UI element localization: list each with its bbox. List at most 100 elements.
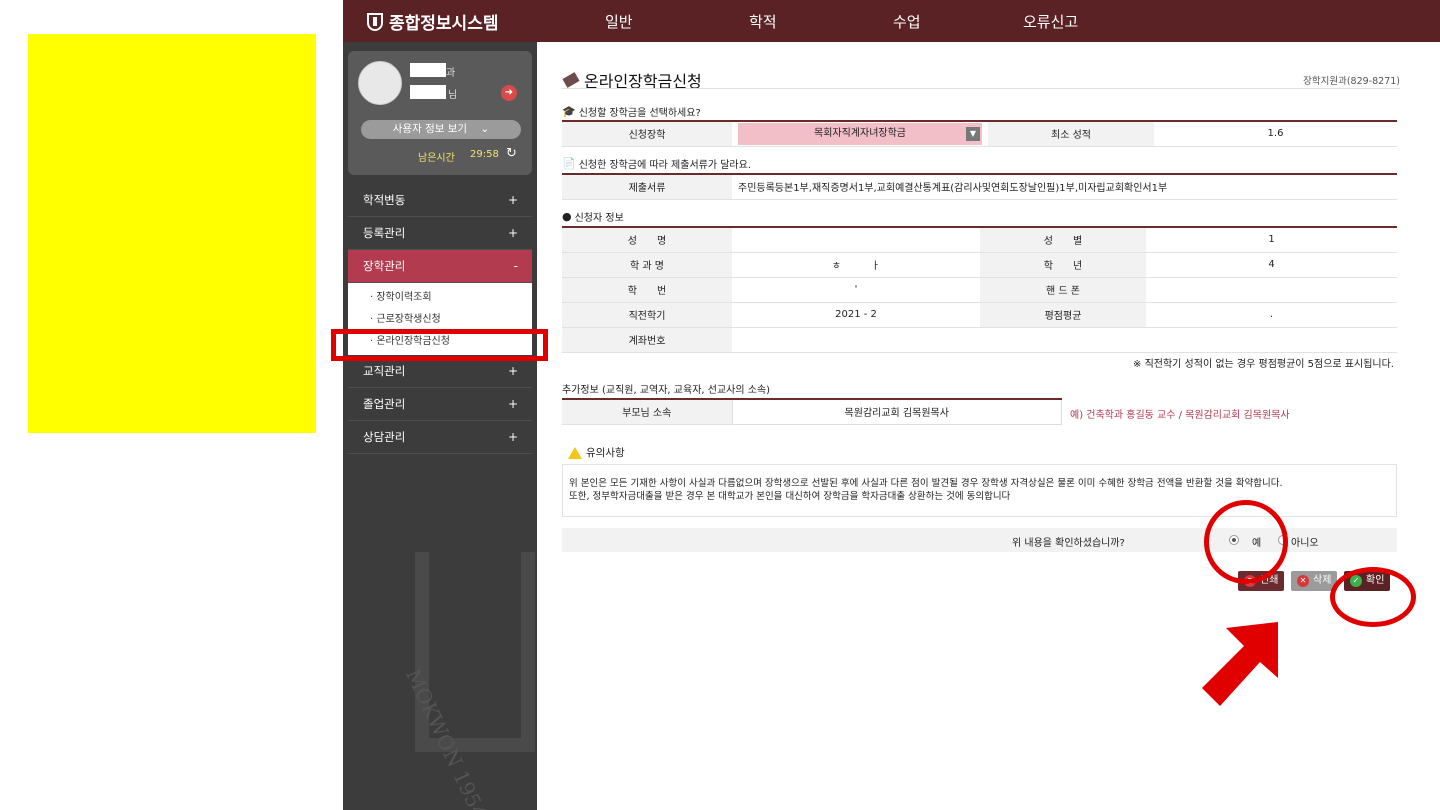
caution-title: 유의사항 [568, 445, 625, 460]
profile-name-suffix: 님 [448, 90, 458, 101]
sidebar-item-label: 교직관리 [363, 364, 406, 378]
contact-info: 장학지원과(829-8271) [1303, 76, 1400, 87]
plus-icon: + [507, 193, 518, 207]
nav-error-report[interactable]: 오류신고 [1023, 11, 1078, 32]
prev-semester-label: 직전학기 [562, 302, 732, 328]
nav-classes[interactable]: 수업 [893, 11, 921, 32]
account-value [732, 327, 1397, 353]
title-divider [562, 88, 1400, 89]
submenu-scholarship-history[interactable]: · 장학이력조회 [348, 287, 532, 309]
name-label: 성 명 [562, 227, 732, 253]
caution-title-text: 유의사항 [586, 447, 625, 459]
nav-general[interactable]: 일반 [605, 11, 633, 32]
sidebar-item-label: 장학관리 [363, 259, 406, 273]
confirm-question: 위 내용을 확인하셨습니까? [1012, 538, 1125, 549]
remaining-time-value: 29:58 [470, 149, 499, 160]
user-circle-icon: ● [562, 210, 572, 223]
redacted-name [410, 85, 446, 99]
profile-dept-suffix: 과 [446, 68, 456, 79]
chevron-down-icon: ▼ [966, 126, 980, 141]
caution-line-1: 위 본인은 모든 기재한 사항이 사실과 다름없으며 장학생으로 선발된 후에 … [569, 478, 1283, 489]
annotation-circle-yes [1204, 500, 1288, 584]
gender-value: 1 [1146, 227, 1397, 253]
plus-icon: + [507, 226, 518, 240]
sidebar-item-label: 등록관리 [363, 226, 406, 240]
year-label: 학 년 [980, 252, 1146, 278]
phone-label: 핸 드 폰 [980, 277, 1146, 303]
scholarship-select-table: 신청장학 목회자직계자녀장학금 ▼ 최소 성적 1.6 [562, 120, 1397, 147]
applicant-title-text: 신청자 정보 [574, 213, 624, 224]
submenu-work-scholarship[interactable]: · 근로장학생신청 [348, 309, 532, 331]
app-logo[interactable]: 종합정보시스템 [367, 9, 498, 34]
close-icon: ✕ [1297, 575, 1309, 587]
student-id-value: ' [732, 277, 980, 303]
prev-semester-value: 2021 - 2 [732, 302, 980, 328]
parent-affiliation-input[interactable]: 목원감리교회 김목원목사 [731, 398, 1062, 425]
gpa-label: 평점평균 [980, 302, 1146, 328]
name-value [732, 227, 980, 253]
app-logo-text: 종합정보시스템 [389, 14, 499, 34]
logout-icon[interactable]: ➜ [501, 85, 517, 101]
docs-section-label: 📄 신청한 장학금에 따라 제출서류가 달라요. [562, 156, 751, 171]
delete-button-label: 삭제 [1313, 575, 1332, 586]
sidebar-item-scholarship[interactable]: 장학관리 - [348, 250, 532, 283]
applicant-section-label: ● 신청자 정보 [562, 209, 624, 224]
gender-label: 성 별 [980, 227, 1146, 253]
plus-icon: + [507, 397, 518, 411]
profile-card: 과 님 ➜ 사용자 정보 보기 ⌄ 남은시간 29:58 ↻ [348, 51, 532, 175]
sidebar-menu: 학적변동 + 등록관리 + 장학관리 - · 장학이력조회 · 근로장학생신청 … [348, 184, 532, 454]
university-watermark: MOKWON 1954 [401, 552, 535, 810]
scholarship-label: 신청장학 [562, 121, 732, 147]
sidebar-item-label: 졸업관리 [363, 397, 406, 411]
extra-info-table: 부모님 소속 목원감리교회 김목원목사 [562, 398, 1062, 425]
remaining-time-label: 남은시간 [418, 153, 455, 164]
yellow-highlight-box [28, 34, 316, 433]
scholarship-select[interactable]: 목회자직계자녀장학금 ▼ [738, 122, 982, 145]
sidebar-item-label: 학적변동 [363, 193, 406, 207]
chevron-down-icon: ⌄ [480, 123, 490, 135]
gpa-value: . [1146, 302, 1397, 328]
gpa-note: ※ 직전학기 성적이 없는 경우 평점평균이 5점으로 표시됩니다. [1133, 359, 1394, 370]
select-section-label: 🎓 신청할 장학금을 선택하세요? [562, 104, 701, 119]
phone-value [1146, 277, 1397, 303]
view-user-info-button[interactable]: 사용자 정보 보기 ⌄ [361, 120, 521, 139]
min-grade-label: 최소 성적 [988, 121, 1154, 147]
dept-value: ㅎ ㅏ [732, 252, 980, 278]
student-id-label: 학 번 [562, 277, 732, 303]
annotation-highlight-menu [331, 329, 548, 361]
top-navigation-bar: 종합정보시스템 일반 학적 수업 오류신고 [343, 0, 1440, 42]
min-grade-value: 1.6 [1154, 121, 1397, 147]
view-user-info-label: 사용자 정보 보기 [392, 123, 468, 135]
sidebar-item-academic-change[interactable]: 학적변동 + [348, 184, 532, 217]
account-label: 계좌번호 [562, 327, 732, 353]
graduation-cap-icon: 🎓 [562, 105, 576, 118]
docs-prompt-text: 신청한 장학금에 따라 제출서류가 달라요. [578, 160, 751, 171]
radio-no-label[interactable]: 아니오 [1291, 534, 1319, 549]
applicant-info-table: 성 명 성 별 1 학 과 명 ㅎ ㅏ 학 년 4 학 번 ' 핸 드 폰 직전… [562, 226, 1397, 353]
select-prompt-text: 신청할 장학금을 선택하세요? [578, 108, 701, 119]
year-value: 4 [1146, 252, 1397, 278]
sidebar: 과 님 ➜ 사용자 정보 보기 ⌄ 남은시간 29:58 ↻ 학적변동 + 등록… [343, 42, 537, 810]
annotation-arrow-icon [1202, 622, 1278, 706]
annotation-circle-confirm [1330, 567, 1416, 627]
sidebar-item-counseling[interactable]: 상담관리 + [348, 421, 532, 454]
parent-affiliation-example: 예) 건축학과 홍길동 교수 / 목원감리교회 김목원목사 [1070, 410, 1290, 421]
sidebar-item-label: 상담관리 [363, 430, 406, 444]
avatar [358, 61, 402, 105]
minus-icon: - [513, 259, 518, 273]
document-icon: 📄 [562, 157, 576, 170]
plus-icon: + [507, 430, 518, 444]
parent-affiliation-label: 부모님 소속 [562, 399, 732, 425]
documents-table: 제출서류 주민등록등본1부,재직증명서1부,교회예결산통계표(감리사및연회도장날… [562, 173, 1397, 200]
warning-icon [568, 446, 582, 459]
eraser-icon [562, 72, 580, 88]
nav-academic[interactable]: 학적 [749, 11, 777, 32]
redacted-department [410, 63, 446, 77]
refresh-icon[interactable]: ↻ [506, 146, 517, 161]
dept-label: 학 과 명 [562, 252, 732, 278]
caution-line-2: 또한, 정부학자금대출을 받은 경우 본 대학교가 본인을 대신하여 장학금을 … [569, 491, 1011, 502]
extra-info-label: 추가정보 (교직원, 교역자, 교육자, 선교사의 소속) [562, 385, 771, 396]
sidebar-item-registration[interactable]: 등록관리 + [348, 217, 532, 250]
delete-button[interactable]: ✕ 삭제 [1291, 571, 1338, 591]
sidebar-item-graduation[interactable]: 졸업관리 + [348, 388, 532, 421]
